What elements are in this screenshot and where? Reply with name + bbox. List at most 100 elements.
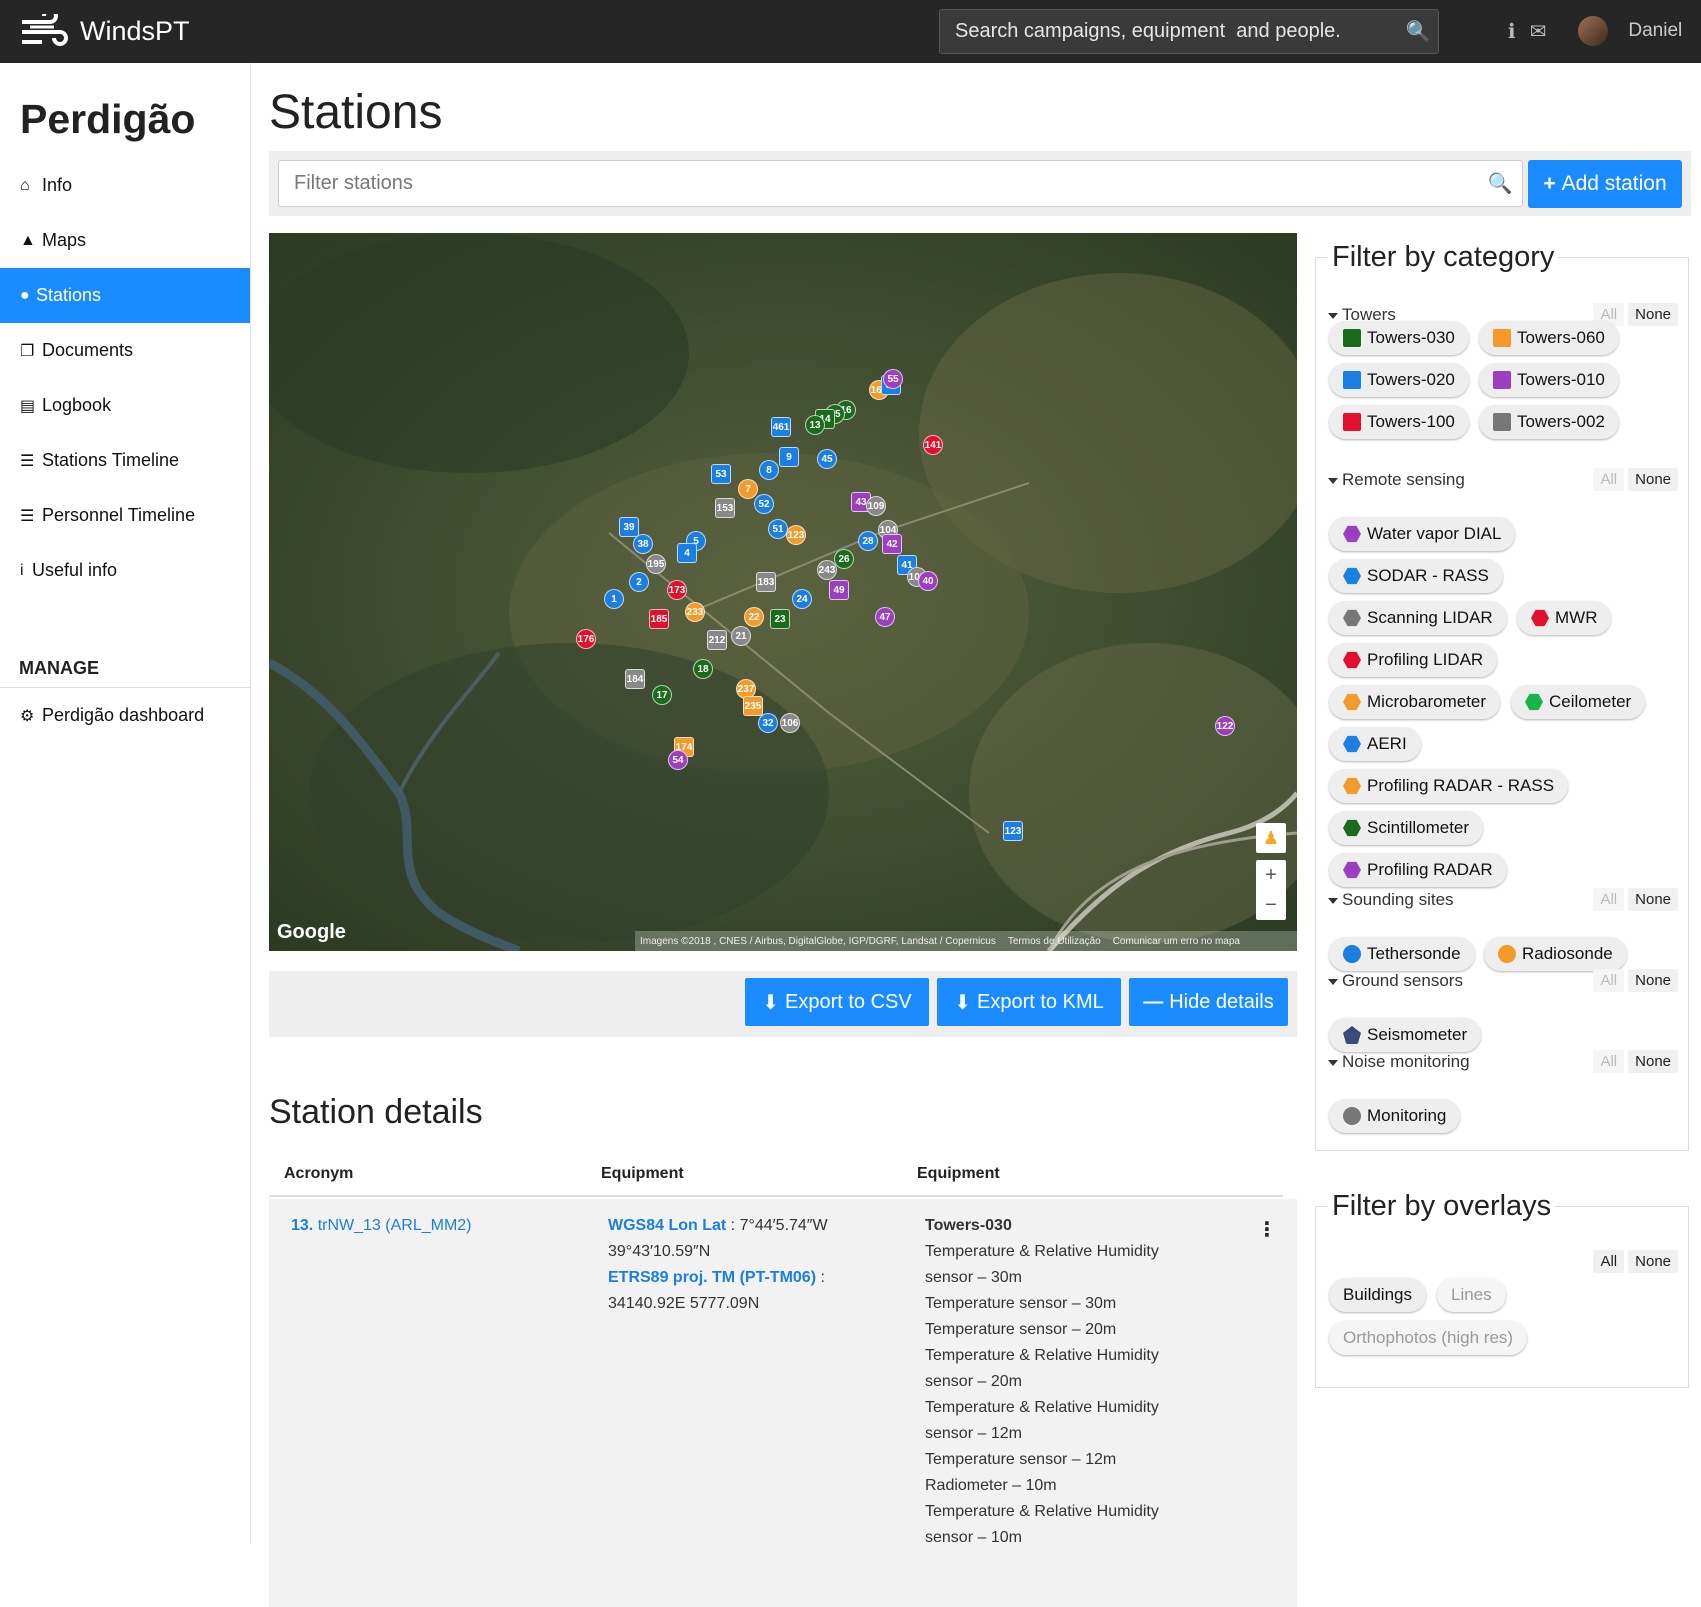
category-group-toggle[interactable]: Remote sensing (1328, 470, 1465, 490)
category-chip[interactable]: Water vapor DIAL (1329, 517, 1516, 551)
envelope-icon[interactable]: ✉ (1530, 19, 1547, 44)
sidebar-item-dashboard[interactable]: ⚙ Perdigão dashboard (0, 688, 250, 743)
avatar[interactable] (1578, 16, 1609, 46)
station-marker[interactable]: 26 (834, 549, 854, 569)
station-marker[interactable]: 195 (646, 554, 666, 574)
station-marker[interactable]: 212 (707, 630, 727, 650)
station-marker[interactable]: 9 (779, 447, 799, 467)
sidebar-item-maps[interactable]: ▲ Maps (0, 213, 250, 268)
category-chip[interactable]: Towers-010 (1479, 363, 1619, 397)
category-chip[interactable]: Scintillometer (1329, 811, 1484, 845)
station-marker[interactable]: 22 (744, 607, 764, 627)
category-all-button[interactable]: All (1593, 969, 1625, 992)
station-marker[interactable]: 176 (576, 629, 596, 649)
category-chip[interactable]: Profiling RADAR (1329, 853, 1507, 887)
category-group-toggle[interactable]: Sounding sites (1328, 890, 1454, 910)
report-error-link[interactable]: Comunicar um erro no mapa (1113, 936, 1240, 947)
export-kml-button[interactable]: ⬇ Export to KML (937, 978, 1121, 1026)
overlays-none-button[interactable]: None (1628, 1250, 1678, 1273)
station-marker[interactable]: 39 (619, 517, 639, 537)
terms-link[interactable]: Termos de Utilização (1008, 936, 1101, 947)
station-marker[interactable]: 235 (743, 696, 763, 716)
category-none-button[interactable]: None (1628, 468, 1678, 491)
category-all-button[interactable]: All (1593, 888, 1625, 911)
station-marker[interactable]: 53 (711, 464, 731, 484)
station-marker[interactable]: 45 (817, 449, 837, 469)
station-marker[interactable]: 153 (715, 498, 735, 518)
category-chip[interactable]: Profiling LIDAR (1329, 643, 1498, 677)
column-header[interactable]: Equipment (917, 1165, 1000, 1183)
category-chip[interactable]: Radiosonde (1484, 937, 1627, 971)
station-marker[interactable]: 32 (758, 713, 778, 733)
search-icon[interactable]: 🔍 (1398, 19, 1438, 44)
filter-stations[interactable]: 🔍 (278, 160, 1523, 207)
station-marker[interactable]: 7 (738, 479, 758, 499)
station-marker[interactable]: 54 (668, 750, 688, 770)
station-marker[interactable]: 122 (1215, 716, 1235, 736)
stations-map[interactable]: 4611615141316254551419458537521535112343… (269, 233, 1297, 951)
category-chip[interactable]: Microbarometer (1329, 685, 1501, 719)
station-marker[interactable]: 13 (805, 415, 825, 435)
station-marker[interactable]: 42 (882, 534, 902, 554)
category-none-button[interactable]: None (1628, 1050, 1678, 1073)
category-chip[interactable]: Towers-030 (1329, 321, 1469, 355)
info-icon[interactable]: ℹ (1508, 19, 1516, 44)
station-marker[interactable]: 38 (633, 534, 653, 554)
station-marker[interactable]: 233 (685, 602, 705, 622)
category-all-button[interactable]: All (1593, 468, 1625, 491)
station-marker[interactable]: 109 (866, 496, 886, 516)
sidebar-item-useful-info[interactable]: i Useful info (0, 543, 250, 598)
sidebar-item-documents[interactable]: ❐ Documents (0, 323, 250, 378)
pegman-icon[interactable]: ♟ (1256, 823, 1286, 853)
station-marker[interactable]: 183 (756, 572, 776, 592)
category-chip[interactable]: Ceilometer (1511, 685, 1646, 719)
category-chip[interactable]: Monitoring (1329, 1099, 1461, 1133)
category-chip[interactable]: SODAR - RASS (1329, 559, 1503, 593)
sidebar-item-stations[interactable]: ● Stations (0, 268, 250, 323)
add-station-button[interactable]: + Add station (1528, 160, 1682, 208)
global-search-input[interactable] (940, 20, 1398, 43)
brand[interactable]: WindsPT (20, 13, 190, 50)
station-marker[interactable]: 24 (792, 589, 812, 609)
user-name[interactable]: Daniel (1628, 20, 1682, 42)
category-chip[interactable]: Towers-100 (1329, 405, 1469, 439)
station-marker[interactable]: 23 (770, 609, 790, 629)
station-marker[interactable]: 8 (759, 460, 779, 480)
category-chip[interactable]: AERI (1329, 727, 1421, 761)
station-marker[interactable]: 185 (649, 609, 669, 629)
export-csv-button[interactable]: ⬇ Export to CSV (745, 978, 929, 1026)
category-chip[interactable]: Scanning LIDAR (1329, 601, 1507, 635)
station-marker[interactable]: 123 (1003, 821, 1023, 841)
station-marker[interactable]: 243 (817, 560, 837, 580)
station-marker[interactable]: 141 (923, 435, 943, 455)
station-marker[interactable]: 461 (771, 417, 791, 437)
etrs89-link[interactable]: ETRS89 proj. TM (PT-TM06) (608, 1269, 816, 1286)
station-marker[interactable]: 49 (829, 580, 849, 600)
station-marker[interactable]: 17 (652, 685, 672, 705)
search-icon[interactable]: 🔍 (1478, 171, 1522, 196)
station-marker[interactable]: 123 (786, 525, 806, 545)
category-chip[interactable]: Tethersonde (1329, 937, 1475, 971)
station-marker[interactable]: 1 (604, 589, 624, 609)
station-marker[interactable]: 184 (625, 669, 645, 689)
category-chip[interactable]: Seismometer (1329, 1018, 1482, 1052)
sidebar-item-stations-timeline[interactable]: ☰ Stations Timeline (0, 433, 250, 488)
category-group-toggle[interactable]: Noise monitoring (1328, 1052, 1470, 1072)
overlays-all-button[interactable]: All (1593, 1250, 1625, 1273)
station-marker[interactable]: 52 (754, 494, 774, 514)
category-chip[interactable]: Towers-002 (1479, 405, 1619, 439)
station-marker[interactable]: 4 (677, 543, 697, 563)
station-marker[interactable]: 55 (883, 369, 903, 389)
station-marker[interactable]: 21 (731, 626, 751, 646)
category-chip[interactable]: MWR (1517, 601, 1612, 635)
station-marker[interactable]: 47 (875, 607, 895, 627)
station-marker[interactable]: 18 (693, 659, 713, 679)
category-none-button[interactable]: None (1628, 303, 1678, 326)
overlay-chip-buildings[interactable]: Buildings (1329, 1278, 1426, 1312)
category-chip[interactable]: Profiling RADAR - RASS (1329, 769, 1569, 803)
column-header[interactable]: Acronym (284, 1165, 353, 1183)
category-none-button[interactable]: None (1628, 888, 1678, 911)
sidebar-item-info[interactable]: ⌂ Info (0, 158, 250, 213)
category-none-button[interactable]: None (1628, 969, 1678, 992)
station-acronym-link[interactable]: 13. trNW_13 (ARL_MM2) (291, 1213, 472, 1239)
